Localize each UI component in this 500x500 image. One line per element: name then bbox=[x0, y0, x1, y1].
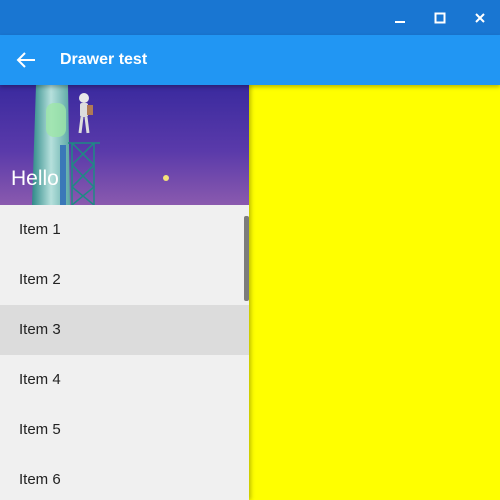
window-titlebar bbox=[0, 0, 500, 35]
maximize-icon bbox=[434, 12, 446, 23]
drawer-header: Hello bbox=[0, 85, 249, 205]
app-bar: Drawer test bbox=[0, 35, 500, 85]
close-button[interactable] bbox=[460, 0, 500, 35]
menu-item-4[interactable]: Item 4 bbox=[0, 355, 249, 405]
minimize-icon bbox=[395, 20, 405, 23]
menu-item-5[interactable]: Item 5 bbox=[0, 405, 249, 455]
drawer-scrollbar[interactable] bbox=[244, 216, 249, 301]
menu-item-3[interactable]: Item 3 bbox=[0, 305, 249, 355]
menu-item-2[interactable]: Item 2 bbox=[0, 255, 249, 305]
minimize-button[interactable] bbox=[380, 0, 420, 35]
menu-item-6[interactable]: Item 6 bbox=[0, 455, 249, 500]
drawer-header-title: Hello bbox=[11, 167, 59, 190]
navigation-drawer: Hello Item 1 Item 2 Item 3 Item 4 Item 5… bbox=[0, 85, 249, 500]
close-icon bbox=[475, 12, 485, 23]
back-button[interactable] bbox=[6, 40, 46, 80]
maximize-button[interactable] bbox=[420, 0, 460, 35]
drawer-menu: Item 1 Item 2 Item 3 Item 4 Item 5 Item … bbox=[0, 205, 249, 500]
arrow-back-icon bbox=[16, 52, 35, 68]
page-title: Drawer test bbox=[60, 51, 148, 68]
menu-item-1[interactable]: Item 1 bbox=[0, 205, 249, 255]
